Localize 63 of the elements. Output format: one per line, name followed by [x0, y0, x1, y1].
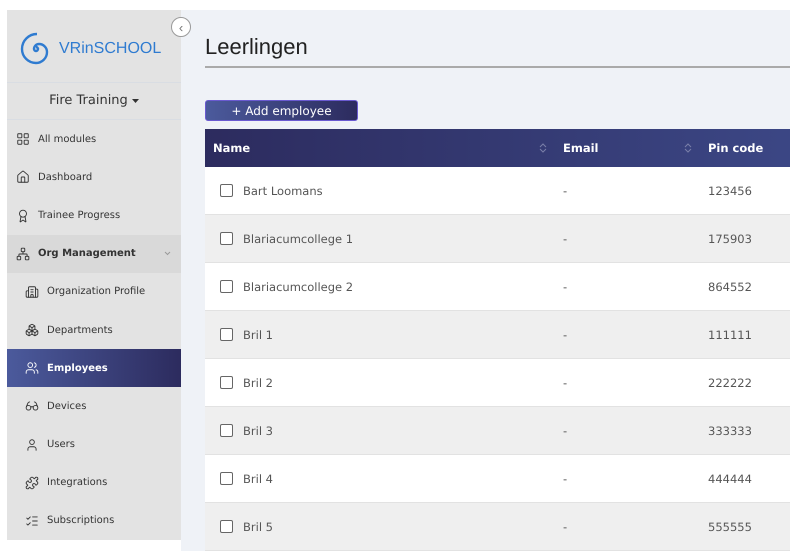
table-cell: - [563, 232, 568, 246]
puzzle-icon [25, 476, 39, 490]
table-cell: Bril 3 [243, 424, 273, 438]
table-cell: 444444 [708, 472, 752, 486]
sidebar-item[interactable]: Org Management [7, 234, 181, 273]
sidebar-item[interactable]: All modules [7, 120, 181, 158]
sidebar-item[interactable]: Dashboard [7, 158, 181, 196]
table-cell: 555555 [708, 520, 752, 534]
user-icon [25, 438, 39, 452]
table-cell: 222222 [708, 376, 752, 390]
row-checkbox[interactable] [220, 472, 233, 485]
table-cell: Blariacumcollege 2 [243, 280, 354, 294]
grid-icon [16, 132, 30, 146]
row-checkbox[interactable] [220, 184, 233, 197]
table-cell: Blariacumcollege 1 [243, 232, 354, 246]
chevron-icon [164, 251, 171, 256]
collapse-button[interactable]: ‹ [171, 17, 191, 37]
sidebar-item[interactable]: Users [7, 426, 181, 464]
caret-icon [132, 98, 139, 103]
table-cell: 864552 [708, 280, 752, 294]
table-cell: Bart Loomans [243, 184, 323, 198]
column-header[interactable]: Pin code [708, 141, 764, 155]
sidebar-item[interactable]: Trainee Progress [7, 196, 181, 235]
sort-icon[interactable] [539, 142, 547, 154]
table-cell: - [563, 280, 568, 294]
building-icon [25, 284, 39, 299]
table-cell: Bril 5 [243, 520, 273, 534]
row-checkbox[interactable] [220, 520, 233, 533]
sidebar-item[interactable]: Organization Profile [7, 272, 181, 311]
table-cell: 175903 [708, 232, 752, 246]
page-title: Leerlingen [205, 34, 790, 68]
row-checkbox[interactable] [220, 424, 233, 437]
checklist-icon [25, 514, 39, 528]
table-cell: - [563, 328, 568, 342]
table-cell: 333333 [708, 424, 752, 438]
row-checkbox[interactable] [220, 328, 233, 341]
award-icon [16, 208, 30, 223]
cubes-icon [25, 323, 39, 338]
table-cell: 123456 [708, 184, 752, 198]
add-employee-button[interactable]: + Add employee [205, 100, 358, 121]
table-cell: - [563, 424, 568, 438]
table-cell: - [563, 376, 568, 390]
table-cell: - [563, 472, 568, 486]
logo-text: VRinSCHOOL [59, 40, 162, 58]
sidebar-item[interactable]: Devices [7, 387, 181, 426]
sidebar-item[interactable]: Departments [7, 311, 181, 350]
sidebar-item[interactable]: Subscriptions [7, 502, 181, 540]
sidebar-item[interactable]: Integrations [7, 464, 181, 502]
table-cell: Bril 2 [243, 376, 273, 390]
table-cell: Bril 1 [243, 328, 273, 342]
table-cell: 111111 [708, 328, 752, 342]
column-header[interactable]: Email [563, 141, 598, 155]
column-header[interactable]: Name [213, 141, 250, 155]
row-checkbox[interactable] [220, 232, 233, 245]
table-cell: - [563, 184, 568, 198]
module-selector[interactable]: Fire Training [7, 82, 181, 120]
sidebar-item[interactable]: Employees [7, 349, 181, 388]
sort-icon[interactable] [684, 142, 692, 154]
row-checkbox[interactable] [220, 376, 233, 389]
house-icon [16, 170, 30, 184]
table-cell: Bril 4 [243, 472, 273, 486]
row-checkbox[interactable] [220, 280, 233, 293]
table-cell: - [563, 520, 568, 534]
